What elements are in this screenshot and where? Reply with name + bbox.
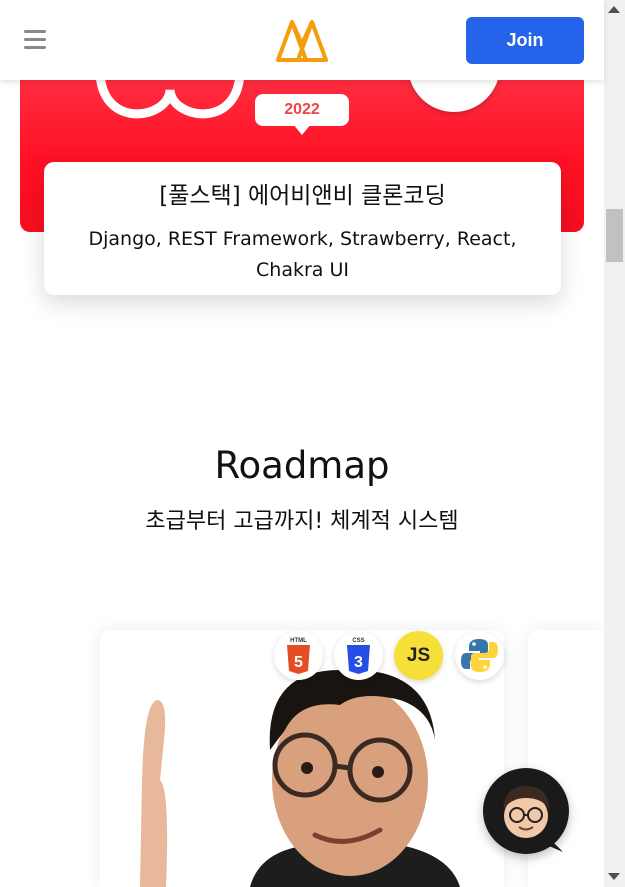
join-button[interactable]: Join — [466, 17, 584, 64]
hamburger-menu-icon[interactable] — [24, 30, 46, 50]
scroll-down-icon[interactable] — [608, 873, 620, 880]
course-subtitle: Django, REST Framework, Strawberry, Reac… — [88, 228, 517, 281]
html5-label: HTML — [290, 638, 307, 644]
scroll-up-icon[interactable] — [608, 6, 620, 13]
css3-icon: CSS 3 — [334, 631, 383, 680]
year-badge: 2022 — [255, 94, 349, 126]
svg-text:5: 5 — [294, 654, 303, 671]
roadmap-subtitle: 초급부터 고급까지! 체계적 시스템 — [145, 509, 459, 534]
python-icon — [455, 631, 504, 680]
year-badge-tail — [293, 124, 311, 135]
css3-label: CSS — [352, 638, 364, 644]
roadmap-title: Roadmap — [214, 444, 390, 487]
page-scrollbar[interactable] — [604, 0, 625, 887]
js-icon: JS — [394, 631, 443, 680]
course-title: [풀스택] 에어비앤비 클론코딩 — [159, 183, 446, 209]
scroll-thumb[interactable] — [606, 209, 623, 262]
chat-avatar-icon[interactable] — [483, 768, 569, 854]
svg-text:3: 3 — [354, 654, 363, 671]
course-card[interactable]: [풀스택] 에어비앤비 클론코딩 Django, REST Framework,… — [44, 162, 561, 295]
nomad-logo-icon[interactable] — [276, 18, 328, 62]
site-header: Join — [0, 0, 604, 80]
html5-icon: HTML 5 — [274, 631, 323, 680]
